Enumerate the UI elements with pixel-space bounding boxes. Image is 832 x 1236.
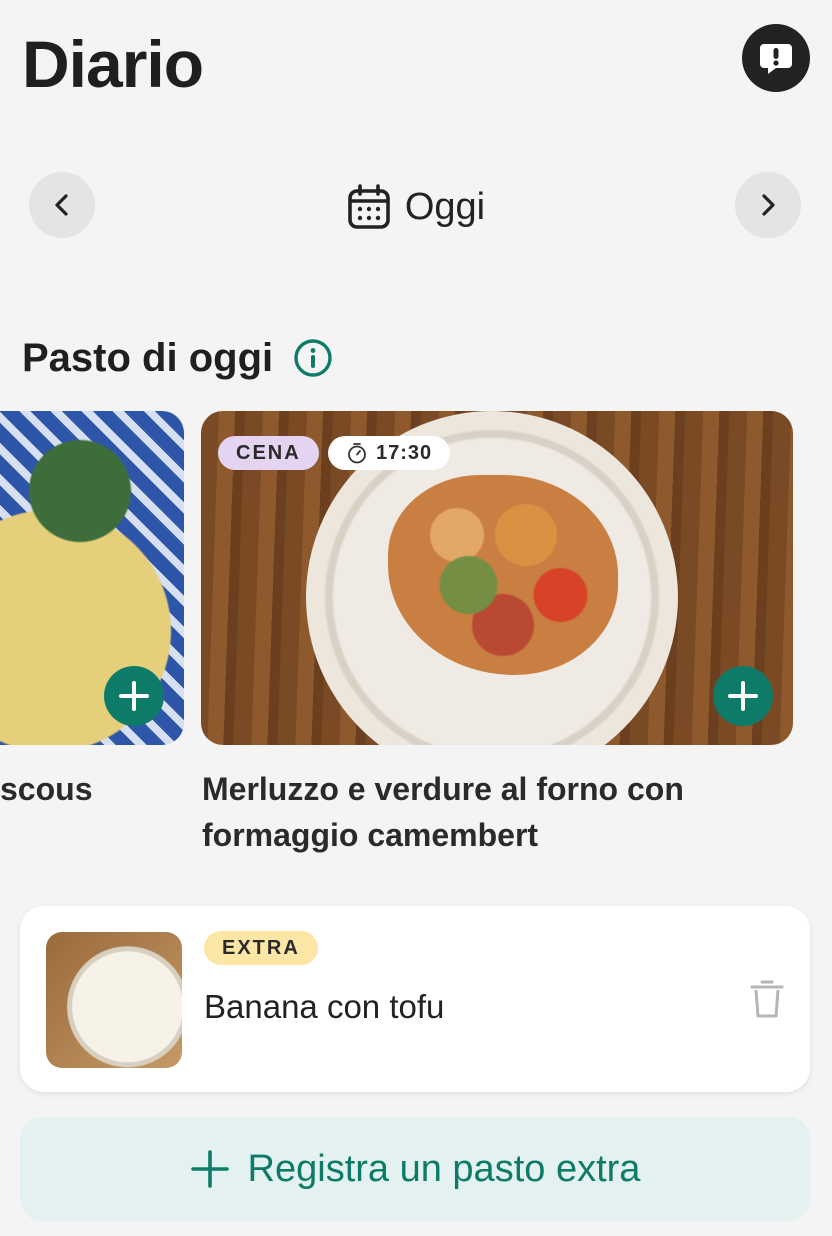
page-title: Diario [22, 27, 204, 101]
extra-meal-name: Banana con tofu [204, 988, 445, 1025]
info-icon[interactable] [293, 338, 333, 378]
exclamation-bubble-icon [760, 44, 792, 74]
meal-time: 17:30 [376, 441, 433, 464]
register-extra-meal-button[interactable]: Registra un pasto extra [20, 1117, 810, 1221]
chevron-right-icon [762, 194, 775, 216]
calendar-icon [348, 184, 390, 229]
meal-type-badge: CENA [218, 436, 319, 470]
plus-icon [119, 681, 149, 711]
stopwatch-icon [348, 443, 366, 464]
add-meal-button[interactable] [104, 666, 164, 726]
trash-icon [750, 980, 784, 1018]
meal-time-badge: 17:30 [328, 436, 451, 470]
add-meal-button[interactable] [713, 666, 773, 726]
meal-name[interactable]: Merluzzo e verdure al forno con formaggi… [202, 766, 762, 858]
extra-meal-thumbnail [46, 932, 182, 1068]
next-day-button[interactable] [735, 172, 801, 238]
plus-icon [728, 681, 758, 711]
delete-extra-button[interactable] [744, 974, 790, 1024]
section-header: Pasto di oggi [22, 330, 333, 386]
plus-icon [190, 1150, 229, 1188]
register-extra-label: Registra un pasto extra [247, 1147, 641, 1190]
feedback-button[interactable] [742, 24, 810, 92]
meal-name[interactable]: scous [0, 766, 160, 812]
date-selector[interactable]: Oggi [0, 176, 832, 238]
section-title: Pasto di oggi [22, 336, 274, 380]
extra-badge: EXTRA [204, 931, 318, 965]
date-label: Oggi [404, 185, 486, 228]
